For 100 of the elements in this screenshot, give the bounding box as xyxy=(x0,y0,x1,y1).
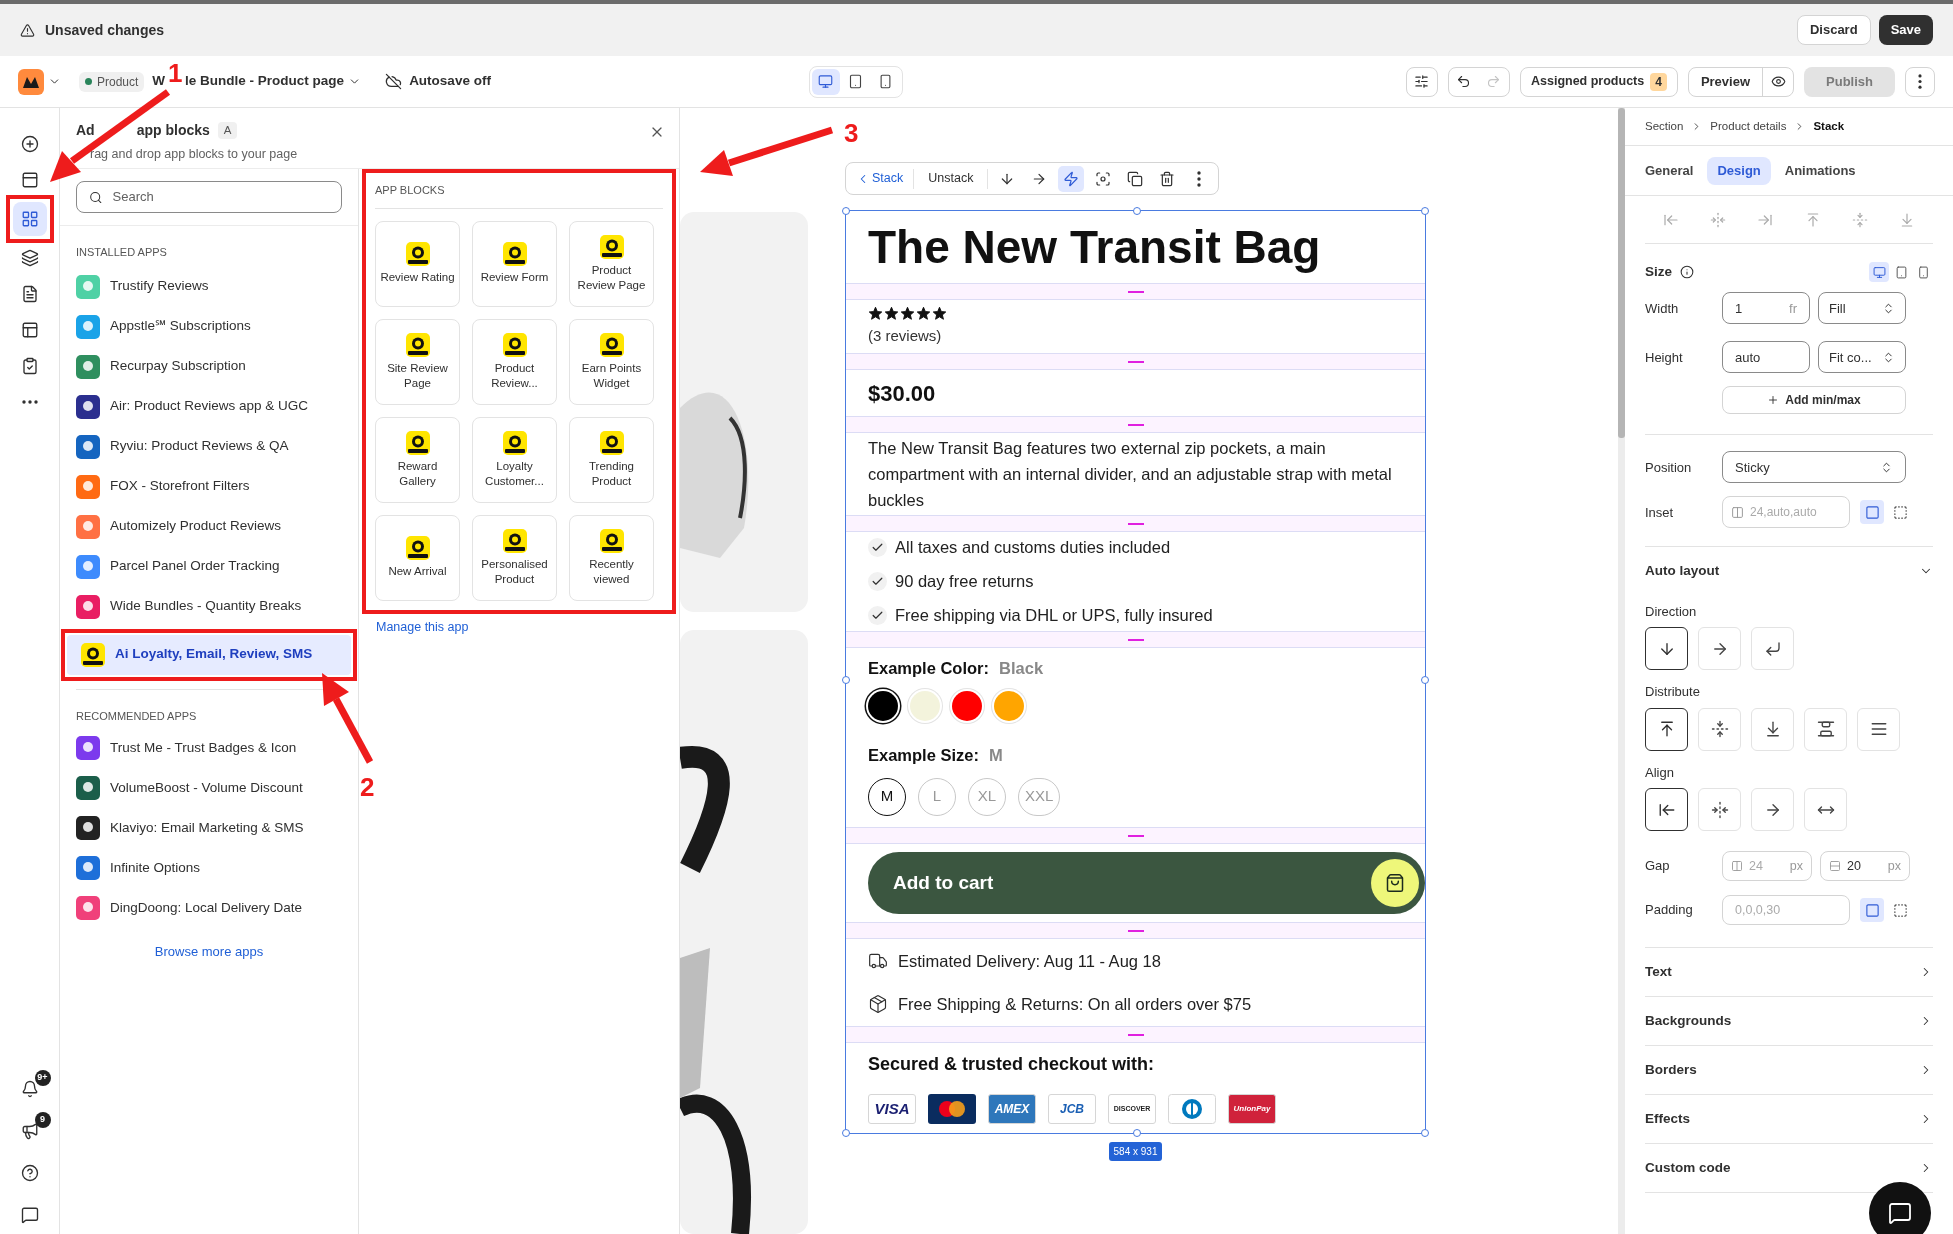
app-list-item[interactable]: Ai Loyalty, Email, Review, SMS xyxy=(67,634,351,675)
browse-more-link[interactable]: Browse more apps xyxy=(154,942,264,962)
search-field[interactable]: Search xyxy=(76,181,342,213)
app-logo-icon xyxy=(599,430,624,455)
store-logo-icon xyxy=(18,68,44,95)
package-icon xyxy=(868,993,888,1014)
app-list-item[interactable]: Air: Product Reviews app & UGC xyxy=(62,386,356,427)
inset-field[interactable]: 24,auto,auto xyxy=(1722,496,1850,529)
app-block-tile[interactable]: Recently viewed xyxy=(569,514,654,601)
app-block-tile[interactable]: Site Review Page xyxy=(375,318,460,405)
width-field[interactable]: 1 fr xyxy=(1722,292,1810,325)
discard-button[interactable]: Discard xyxy=(1796,15,1871,45)
app-list-item[interactable]: Automizely Product Reviews xyxy=(62,506,356,547)
preview-button[interactable]: Preview xyxy=(1688,67,1764,96)
manage-app-link[interactable]: Manage this app xyxy=(376,617,469,637)
app-list-item[interactable]: Appstle℠ Subscriptions xyxy=(62,306,356,347)
app-block-tile[interactable]: Product Review... xyxy=(472,318,557,405)
info-icon xyxy=(1680,265,1694,280)
app-list-item[interactable]: Trustify Reviews xyxy=(62,266,356,307)
resize-handle[interactable] xyxy=(1133,1129,1141,1137)
check-icon xyxy=(868,605,887,625)
align-middle-icon xyxy=(1851,211,1868,228)
size-tag: 584 x 931 xyxy=(1108,1142,1163,1161)
app-list-item[interactable]: VolumeBoost - Volume Discount xyxy=(60,768,358,808)
add-minmax-button[interactable]: Add min/max xyxy=(1722,386,1906,415)
app-block-tile[interactable]: Reward Gallery xyxy=(375,416,460,503)
color-swatch[interactable] xyxy=(952,690,982,721)
more-button[interactable] xyxy=(1905,66,1935,97)
save-button[interactable]: Save xyxy=(1878,15,1933,45)
store-menu[interactable] xyxy=(18,68,61,95)
app-list-item[interactable]: Parcel Panel Order Tracking xyxy=(62,546,356,587)
resize-handle[interactable] xyxy=(842,1129,850,1137)
mode-toggle[interactable] xyxy=(1860,898,1884,922)
app-list-item[interactable]: FOX - Storefront Filters xyxy=(62,466,356,507)
resize-handle[interactable] xyxy=(1133,207,1141,215)
height-mode-select[interactable]: Fit co... xyxy=(1818,341,1906,374)
breadcrumb-item[interactable]: Section xyxy=(1645,117,1684,136)
collapsible-section[interactable]: Text xyxy=(1645,948,1933,997)
resize-handle[interactable] xyxy=(842,207,850,215)
app-list-item[interactable]: Ryviu: Product Reviews & QA xyxy=(62,426,356,467)
padding-field[interactable]: 0,0,0,30 xyxy=(1722,895,1850,925)
row-gap-field[interactable]: 20 px xyxy=(1820,851,1910,881)
app-list-item[interactable]: Trust Me - Trust Badges & Icon xyxy=(60,728,358,768)
device-toggle[interactable] xyxy=(1869,262,1889,283)
app-block-tile[interactable]: Earn Points Widget xyxy=(569,318,654,405)
collapsible-section[interactable]: Effects xyxy=(1645,1095,1933,1144)
page-selector[interactable]: le Bundle - Product page xyxy=(185,71,362,92)
resize-handle[interactable] xyxy=(1421,207,1429,215)
app-list-item[interactable]: Klaviyo: Email Marketing & SMS xyxy=(60,808,358,848)
app-block-tile[interactable]: Product Review Page xyxy=(569,220,654,307)
app-block-tile[interactable]: Trending Product xyxy=(569,416,654,503)
resize-handle[interactable] xyxy=(1421,676,1429,684)
field-label: Height xyxy=(1645,348,1684,367)
color-swatch[interactable] xyxy=(868,690,898,721)
settings-button[interactable] xyxy=(1406,66,1438,97)
collapsible-section[interactable]: Backgrounds xyxy=(1645,997,1933,1046)
app-list-item[interactable]: Recurpay Subscription xyxy=(62,346,356,387)
section-heading: APP BLOCKS xyxy=(375,182,663,209)
device-toggle[interactable] xyxy=(811,68,840,95)
app-block-tile[interactable]: Review Rating xyxy=(375,220,460,307)
layout-option-button[interactable] xyxy=(1645,627,1688,670)
field-label: Position xyxy=(1645,458,1693,477)
unstack-button[interactable]: Unstack xyxy=(920,169,982,188)
auto-layout-header[interactable]: Auto layout xyxy=(1645,561,1933,582)
width-mode-select[interactable]: Fill xyxy=(1818,292,1906,325)
app-logo-icon xyxy=(502,332,527,357)
inspector-tab[interactable]: Animations xyxy=(1774,156,1866,185)
app-block-tile[interactable]: New Arrival xyxy=(375,514,460,601)
collapsible-section[interactable]: Borders xyxy=(1645,1046,1933,1095)
inset-input[interactable]: 24,auto,auto xyxy=(1750,503,1840,522)
color-swatch[interactable] xyxy=(910,690,940,721)
desktop-icon xyxy=(818,74,834,89)
column-gap-icon xyxy=(1731,860,1743,872)
layout-option-button[interactable] xyxy=(1645,788,1688,831)
position-select[interactable]: Sticky xyxy=(1722,451,1906,484)
height-field[interactable]: auto xyxy=(1722,341,1810,374)
inspector-tab[interactable]: General xyxy=(1635,156,1704,185)
app-block-tile[interactable]: Review Form xyxy=(472,220,557,307)
breadcrumb-item[interactable]: Stack xyxy=(1813,117,1845,136)
sidebar-tool[interactable] xyxy=(12,202,47,236)
resize-handle[interactable] xyxy=(842,676,850,684)
gap-input[interactable]: 24 xyxy=(1749,856,1783,876)
inspector-tab[interactable]: Design xyxy=(1707,156,1771,185)
app-block-tile[interactable]: Loyalty Customer... xyxy=(472,416,557,503)
assigned-products-button[interactable]: Assigned products 4 xyxy=(1520,66,1678,97)
chat-button[interactable] xyxy=(1869,1182,1931,1234)
mode-toggle[interactable] xyxy=(1860,500,1884,525)
scrollbar[interactable] xyxy=(1618,108,1625,438)
app-list-item[interactable]: Wide Bundles - Quantity Breaks xyxy=(62,586,356,627)
breadcrumb-item[interactable]: Product details xyxy=(1710,117,1787,136)
resize-handle[interactable] xyxy=(1421,1129,1429,1137)
app-block-tile[interactable]: Personalised Product xyxy=(472,514,557,601)
color-swatch[interactable] xyxy=(994,690,1024,721)
app-list-item[interactable]: DingDoong: Local Delivery Date xyxy=(60,888,358,928)
layout-option-button[interactable] xyxy=(1645,707,1688,751)
add-to-cart-button[interactable]: Add to cart xyxy=(868,852,1425,914)
stack-back-button[interactable]: Stack xyxy=(852,169,908,188)
search-input[interactable]: Search xyxy=(112,187,329,207)
checklist-icon xyxy=(20,357,39,375)
app-list-item[interactable]: Infinite Options xyxy=(60,848,358,888)
